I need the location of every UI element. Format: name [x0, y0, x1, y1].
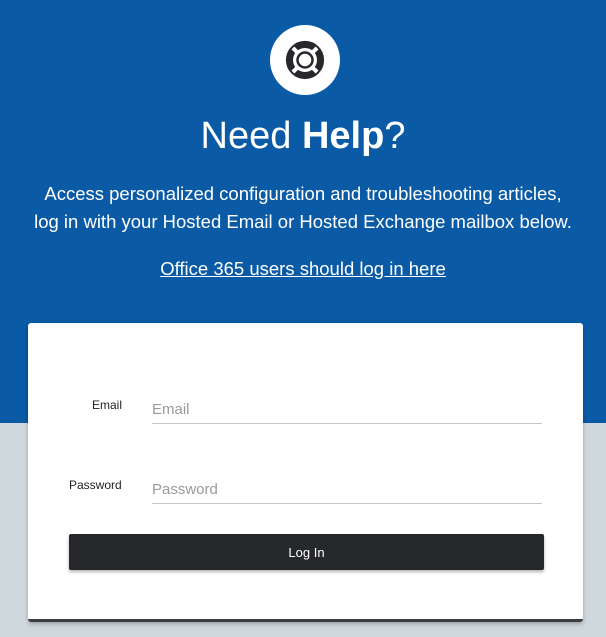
headline-help: Help: [301, 115, 385, 157]
login-button[interactable]: Log In: [69, 534, 544, 570]
office365-login-link[interactable]: Office 365 users should log in here: [160, 258, 446, 279]
password-field[interactable]: [152, 475, 542, 504]
logo-badge: [270, 25, 340, 95]
email-label: Email: [92, 398, 123, 412]
lifebuoy-icon: [285, 40, 325, 80]
subtitle-line-1: Access personalized configuration and tr…: [44, 183, 562, 204]
password-label: Password: [69, 478, 122, 492]
headline-question-mark: ?: [384, 115, 406, 157]
subtitle-line-2: log in with your Hosted Email or Hosted …: [34, 211, 572, 232]
email-field[interactable]: [152, 395, 542, 424]
office365-link-row: Office 365 users should log in here: [0, 256, 606, 282]
page-title: Need Help?: [0, 112, 606, 160]
login-card: Email Password Log In: [28, 323, 583, 622]
headline-need: Need: [200, 115, 292, 157]
page-subtitle: Access personalized configuration and tr…: [0, 180, 606, 236]
